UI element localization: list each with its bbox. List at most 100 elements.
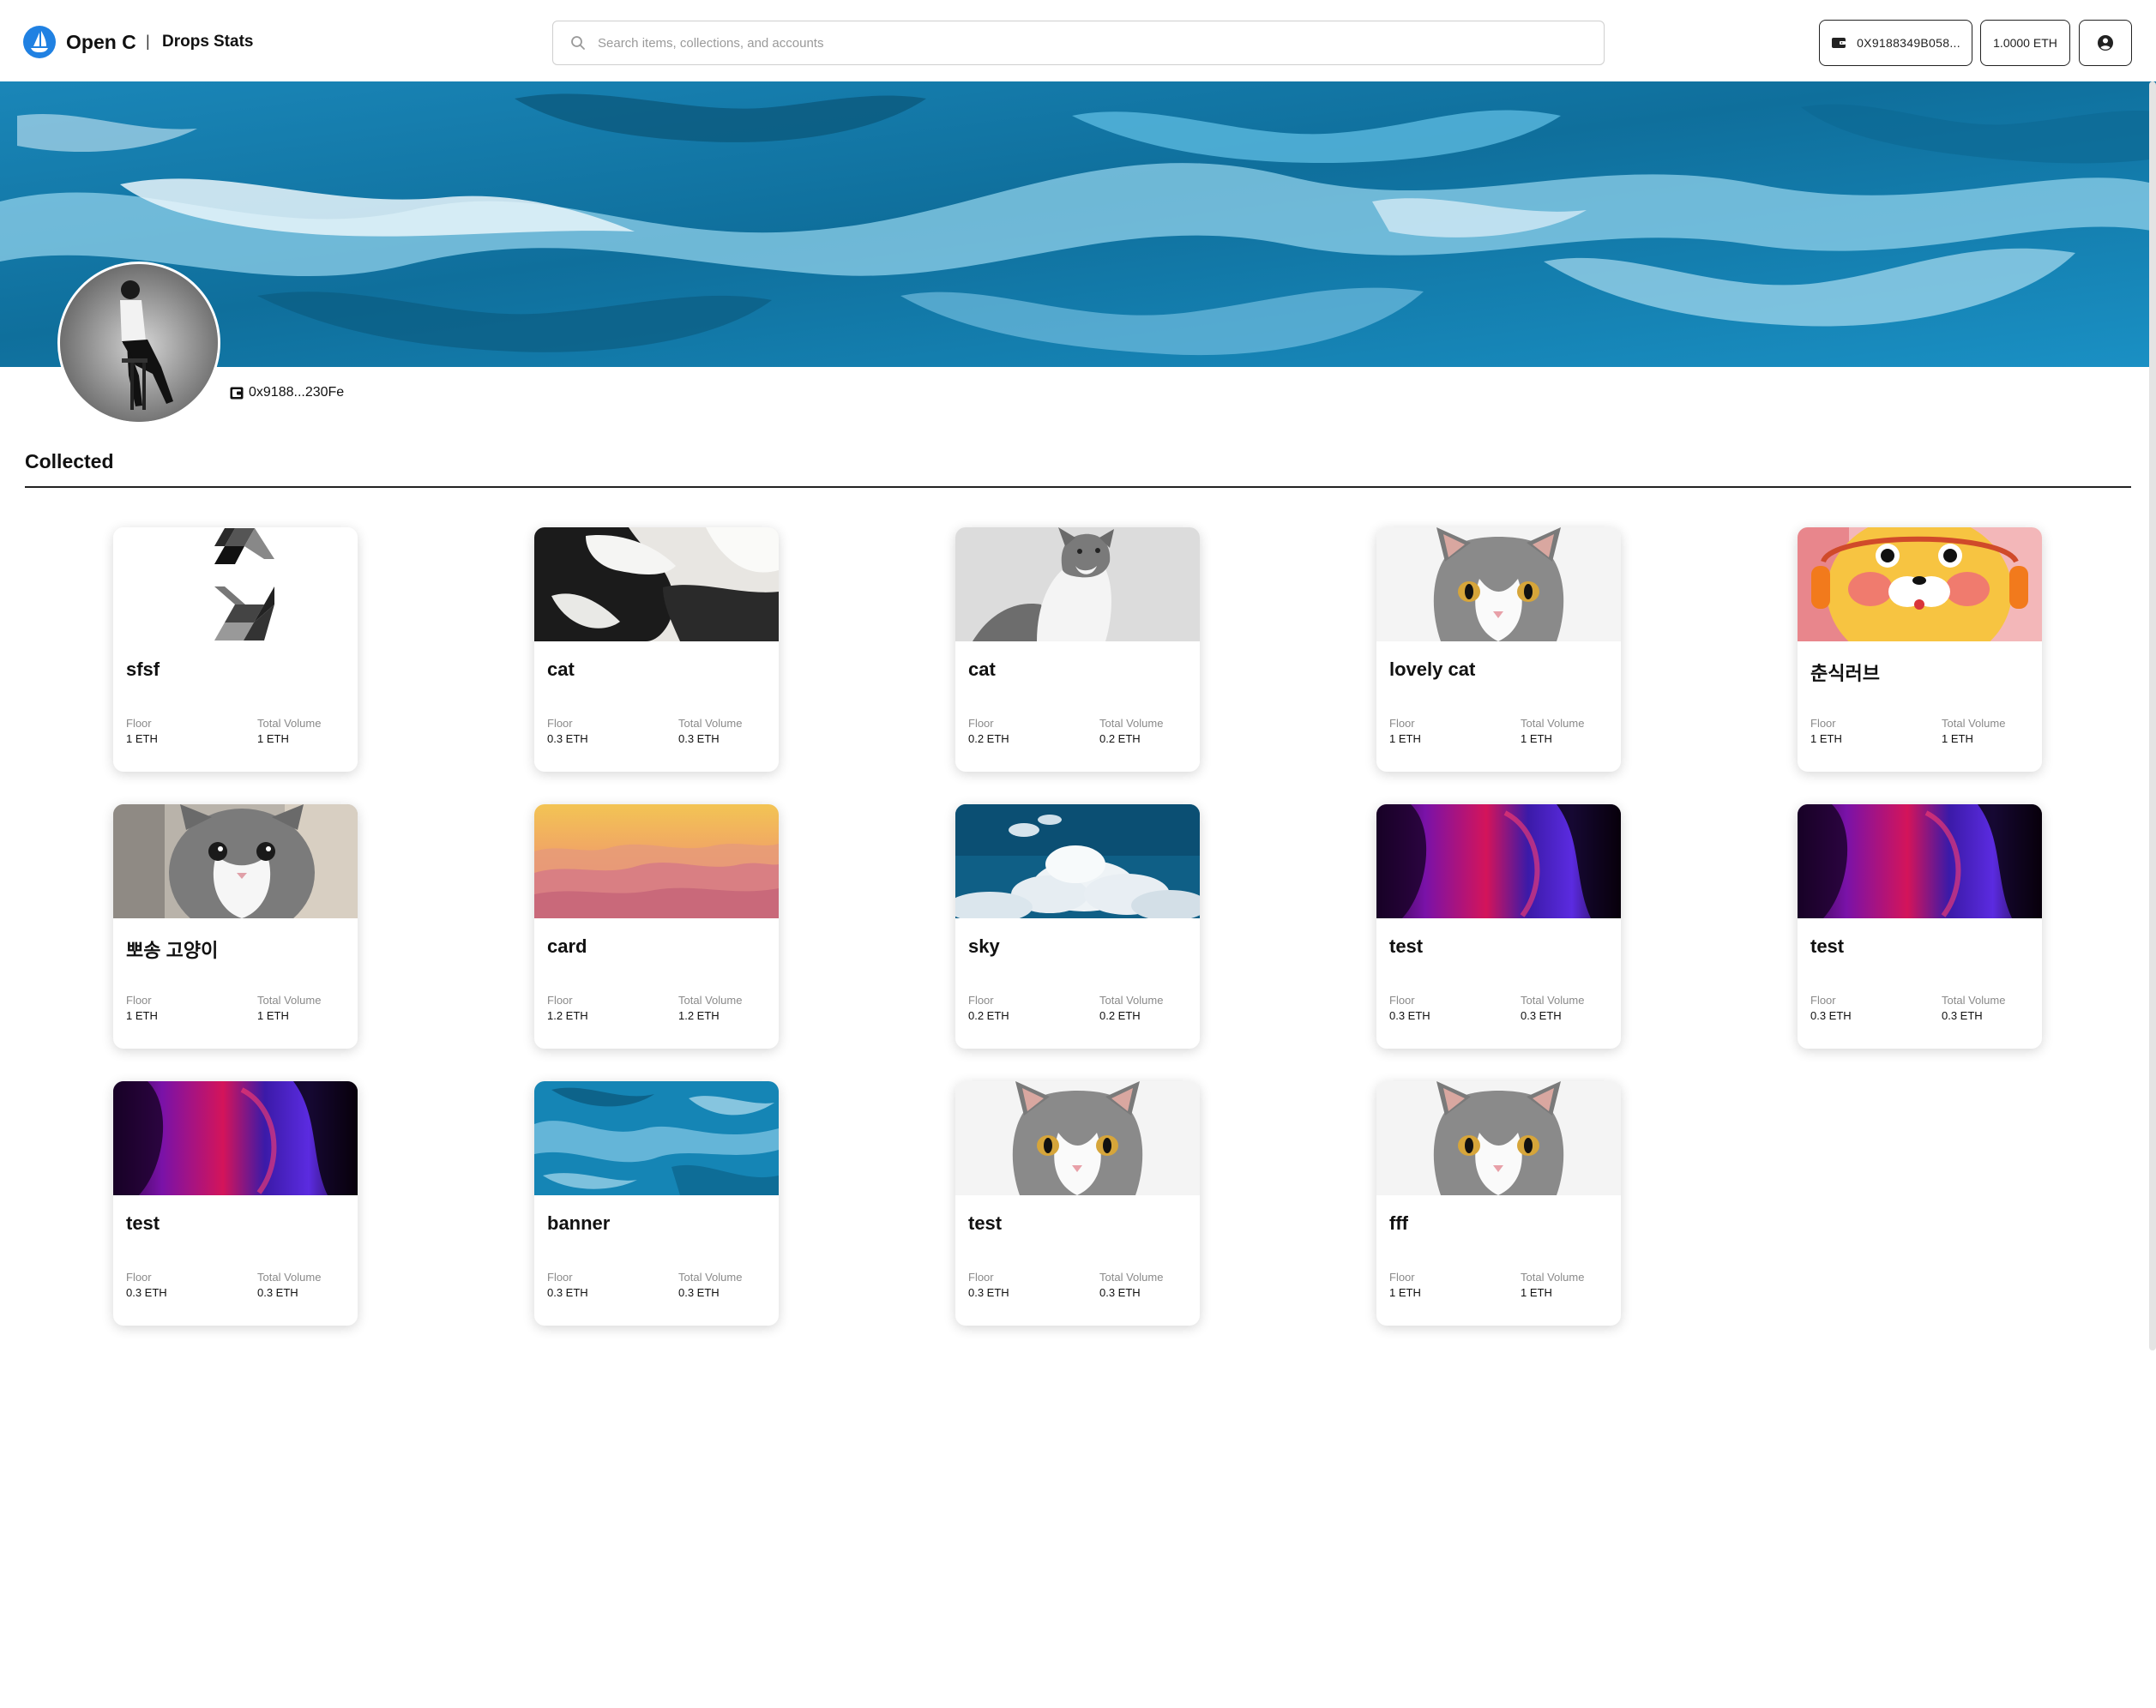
wallet-address-button[interactable]: 0X9188349B058...: [1819, 20, 1972, 66]
nft-card-floor: Floor 1 ETH: [126, 717, 158, 745]
user-icon: [2098, 35, 2113, 51]
nft-image-grey-white-cat: [1376, 527, 1621, 641]
nft-card[interactable]: lovely cat Floor 1 ETH Total Volume 1 ET…: [1376, 527, 1621, 772]
nft-card-floor: Floor 0.2 ETH: [968, 717, 1009, 745]
page-scrollbar[interactable]: [2149, 81, 2156, 1350]
volume-label: Total Volume: [257, 994, 322, 1007]
nft-card-name: fff: [1389, 1212, 1408, 1234]
floor-label: Floor: [1810, 994, 1836, 1007]
account-button[interactable]: [2079, 20, 2132, 66]
search-bar[interactable]: [552, 21, 1605, 65]
nft-card-floor: Floor 1 ETH: [1810, 717, 1842, 745]
nft-card-volume: Total Volume 0.3 ETH: [1099, 1271, 1163, 1299]
top-nav-bar: Open C | Drops Stats 0X9188349B058... 1.…: [0, 0, 2156, 81]
nft-card-floor: Floor 0.3 ETH: [547, 717, 588, 745]
volume-label: Total Volume: [1942, 994, 2006, 1007]
volume-value: 0.3 ETH: [678, 1286, 720, 1299]
volume-label: Total Volume: [1099, 994, 1164, 1007]
nft-card-volume: Total Volume 0.3 ETH: [678, 717, 742, 745]
nft-card[interactable]: sky Floor 0.2 ETH Total Volume 0.2 ETH: [955, 804, 1200, 1049]
floor-value: 0.3 ETH: [547, 1286, 588, 1299]
floor-value: 0.3 ETH: [1389, 1009, 1430, 1022]
nft-card-name: cat: [968, 659, 996, 680]
nft-card-volume: Total Volume 1 ETH: [1942, 717, 2005, 745]
volume-value: 1 ETH: [1521, 1286, 1552, 1299]
nft-card-name: 뽀송 고양이: [126, 940, 219, 961]
nft-card[interactable]: cat Floor 0.2 ETH Total Volume 0.2 ETH: [955, 527, 1200, 772]
floor-value: 0.3 ETH: [126, 1286, 167, 1299]
nav-link-drops[interactable]: Drops: [162, 33, 209, 51]
section-divider: [25, 486, 2131, 488]
nft-image-sky-clouds: [955, 804, 1200, 918]
volume-value: 0.2 ETH: [1099, 732, 1141, 745]
nft-card[interactable]: card Floor 1.2 ETH Total Volume 1.2 ETH: [534, 804, 779, 1049]
floor-label: Floor: [968, 717, 994, 730]
floor-label: Floor: [1389, 717, 1415, 730]
floor-value: 1 ETH: [1389, 1286, 1421, 1299]
logo-link[interactable]: Open C: [23, 26, 136, 58]
nft-card-name: test: [126, 1212, 160, 1234]
nft-image-sunset-mountains: [534, 804, 779, 918]
nav-link-stats[interactable]: Stats: [214, 33, 253, 51]
collected-tab[interactable]: Collected: [25, 450, 114, 473]
nft-card-floor: Floor 0.3 ETH: [547, 1271, 588, 1299]
nft-card[interactable]: 뽀송 고양이 Floor 1 ETH Total Volume 1 ETH: [113, 804, 358, 1049]
search-input[interactable]: [598, 35, 1541, 51]
nft-image-blue-marble: [534, 1081, 779, 1195]
nft-card-volume: Total Volume 0.3 ETH: [1521, 994, 1584, 1022]
floor-label: Floor: [1389, 994, 1415, 1007]
floor-value: 0.3 ETH: [547, 732, 588, 745]
floor-value: 0.2 ETH: [968, 732, 1009, 745]
nft-card[interactable]: test Floor 0.3 ETH Total Volume 0.3 ETH: [1798, 804, 2042, 1049]
nft-image-fluffy-kitten: [113, 804, 358, 918]
volume-value: 0.3 ETH: [678, 732, 720, 745]
volume-value: 0.3 ETH: [1521, 1009, 1562, 1022]
balance-text: 1.0000 ETH: [1993, 36, 2057, 50]
nft-card-floor: Floor 1 ETH: [1389, 1271, 1421, 1299]
nft-image-solidity-logo: [113, 527, 358, 641]
floor-label: Floor: [126, 717, 152, 730]
nft-card-name: test: [1810, 935, 1845, 957]
volume-value: 0.2 ETH: [1099, 1009, 1141, 1022]
nft-card[interactable]: test Floor 0.3 ETH Total Volume 0.3 ETH: [1376, 804, 1621, 1049]
nft-card-volume: Total Volume 0.3 ETH: [678, 1271, 742, 1299]
nft-card-name: lovely cat: [1389, 659, 1476, 680]
floor-label: Floor: [126, 1271, 152, 1284]
nft-card-volume: Total Volume 0.3 ETH: [257, 1271, 321, 1299]
wallet-address-text: 0X9188349B058...: [1857, 36, 1960, 50]
nft-card-name: sfsf: [126, 659, 160, 680]
volume-label: Total Volume: [678, 994, 743, 1007]
volume-label: Total Volume: [1521, 1271, 1585, 1284]
nft-card-name: card: [547, 935, 587, 957]
nft-card-floor: Floor 0.3 ETH: [1810, 994, 1852, 1022]
nft-image-cartoon-cat-headphones: [1798, 527, 2042, 641]
nft-card[interactable]: fff Floor 1 ETH Total Volume 1 ETH: [1376, 1081, 1621, 1326]
nft-card-volume: Total Volume 1 ETH: [257, 994, 321, 1022]
nft-card[interactable]: 춘식러브 Floor 1 ETH Total Volume 1 ETH: [1798, 527, 2042, 772]
volume-label: Total Volume: [1521, 717, 1585, 730]
balance-button[interactable]: 1.0000 ETH: [1980, 20, 2070, 66]
nft-card[interactable]: test Floor 0.3 ETH Total Volume 0.3 ETH: [955, 1081, 1200, 1326]
nft-card-volume: Total Volume 0.2 ETH: [1099, 994, 1163, 1022]
wallet-icon: [230, 387, 244, 399]
volume-label: Total Volume: [1099, 1271, 1164, 1284]
profile-address-text: 0x9188...230Fe: [249, 385, 345, 400]
nft-image-neon-abstract: [113, 1081, 358, 1195]
floor-value: 1 ETH: [1389, 732, 1421, 745]
nft-image-black-white-cat: [534, 527, 779, 641]
nft-card[interactable]: banner Floor 0.3 ETH Total Volume 0.3 ET…: [534, 1081, 779, 1326]
nft-card-floor: Floor 0.3 ETH: [968, 1271, 1009, 1299]
volume-value: 0.3 ETH: [257, 1286, 298, 1299]
floor-label: Floor: [1810, 717, 1836, 730]
profile-address[interactable]: 0x9188...230Fe: [230, 385, 344, 400]
nft-card-name: 춘식러브: [1810, 663, 1880, 684]
logo-icon: [23, 26, 56, 58]
floor-value: 1 ETH: [126, 1009, 158, 1022]
nft-card[interactable]: cat Floor 0.3 ETH Total Volume 0.3 ETH: [534, 527, 779, 772]
nft-image-grey-cat-looking-up: [955, 527, 1200, 641]
volume-value: 1 ETH: [1942, 732, 1973, 745]
search-icon: [571, 36, 585, 50]
profile-avatar[interactable]: [57, 262, 220, 424]
nft-card[interactable]: sfsf Floor 1 ETH Total Volume 1 ETH: [113, 527, 358, 772]
nft-card[interactable]: test Floor 0.3 ETH Total Volume 0.3 ETH: [113, 1081, 358, 1326]
